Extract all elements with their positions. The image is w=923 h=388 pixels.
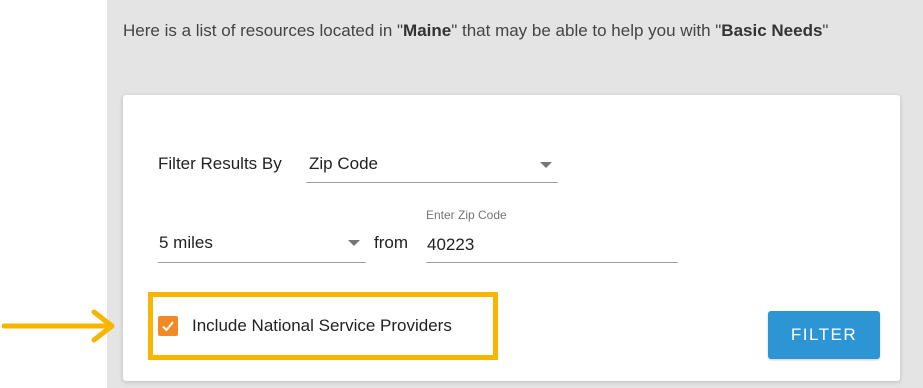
check-icon — [162, 321, 174, 332]
from-label: from — [374, 233, 408, 252]
distance-select[interactable]: 5 miles — [158, 228, 366, 263]
category-name: Basic Needs — [721, 21, 823, 40]
filter-by-select[interactable]: Zip Code — [306, 150, 558, 183]
filter-by-value: Zip Code — [309, 154, 378, 173]
caret-down-icon — [540, 162, 552, 168]
distance-value: 5 miles — [159, 233, 213, 252]
arrow-right-icon — [2, 309, 115, 343]
caret-down-icon — [348, 240, 360, 246]
filter-by-label: Filter Results By — [158, 154, 282, 173]
national-providers-label[interactable]: Include National Service Providers — [192, 316, 452, 336]
location-name: Maine — [403, 21, 452, 40]
zip-code-input[interactable] — [426, 228, 678, 263]
results-intro-text: Here is a list of resources located in "… — [123, 21, 829, 40]
filter-button[interactable]: FILTER — [768, 311, 880, 359]
zip-code-label: Enter Zip Code — [426, 208, 507, 222]
national-providers-checkbox[interactable] — [158, 316, 178, 336]
